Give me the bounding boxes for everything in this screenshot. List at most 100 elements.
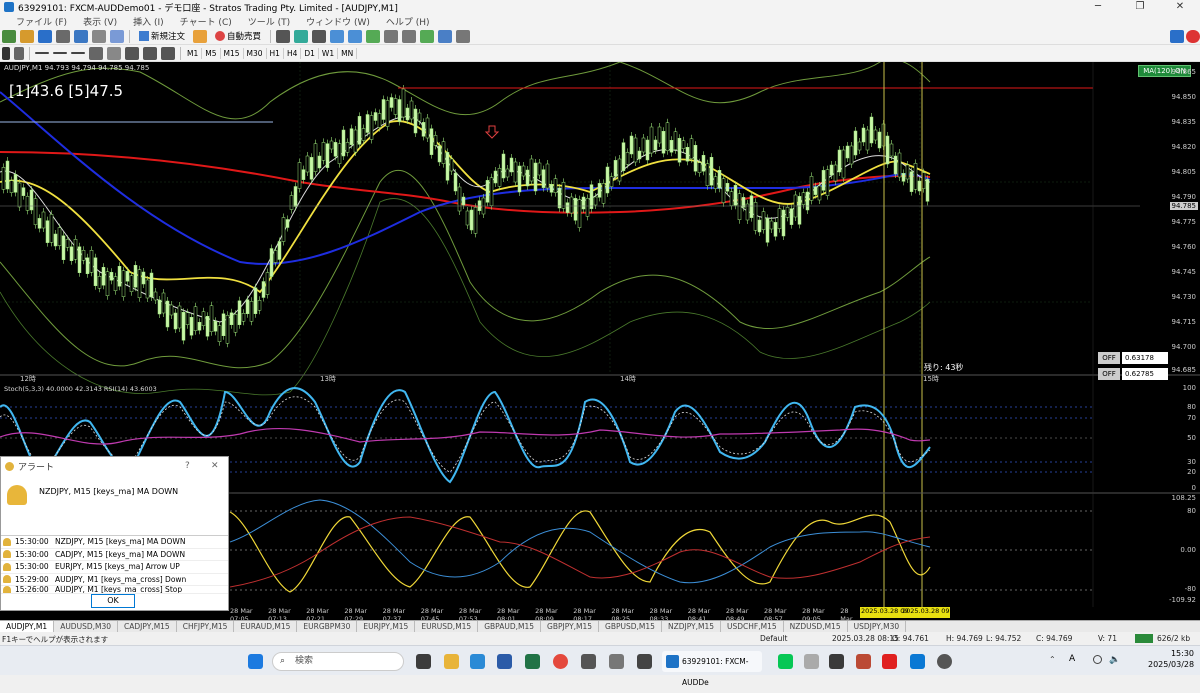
- tab-audjpy-m1[interactable]: AUDJPY,M1: [0, 621, 55, 632]
- alert-row[interactable]: 15:30:00 NZDJPY, M15 [keys_ma] MA DOWN: [1, 536, 228, 549]
- app-icon[interactable]: [609, 654, 624, 669]
- notifications-icon[interactable]: [1186, 29, 1200, 43]
- tab-nzdusd-m15[interactable]: NZDUSD,M15: [784, 621, 848, 632]
- new-order-button[interactable]: 新規注文: [135, 29, 189, 43]
- equidistant-channel-icon[interactable]: [89, 46, 103, 60]
- chrome-icon[interactable]: [553, 654, 568, 669]
- bar-chart-icon[interactable]: [276, 29, 291, 43]
- line-chart-icon[interactable]: [312, 29, 327, 43]
- alert-help-button[interactable]: ?: [185, 461, 190, 471]
- alert-close-button[interactable]: ✕: [211, 461, 219, 471]
- tab-euraud-m15[interactable]: EURAUD,M15: [234, 621, 298, 632]
- timeframe-m15[interactable]: M15: [221, 47, 244, 59]
- auto-trading-button[interactable]: 自動売買: [211, 29, 265, 43]
- tab-eurgbp-m30[interactable]: EURGBPM30: [297, 621, 358, 632]
- trendline-icon[interactable]: [71, 52, 85, 54]
- tab-usdjpy-m30[interactable]: USDJPY,M30: [848, 621, 907, 632]
- wifi-icon[interactable]: [1093, 655, 1102, 664]
- word-icon[interactable]: [497, 654, 512, 669]
- periods-icon[interactable]: [438, 29, 453, 43]
- timeframe-h4[interactable]: H4: [284, 47, 302, 59]
- taskbar-search-box[interactable]: ⌕ 検索: [272, 652, 404, 671]
- pdf-icon[interactable]: [882, 654, 897, 669]
- maximize-button[interactable]: ❐: [1120, 0, 1160, 14]
- timeframe-d1[interactable]: D1: [301, 47, 319, 59]
- fibonacci-icon[interactable]: [107, 46, 121, 60]
- search-icon[interactable]: [1170, 29, 1184, 43]
- menu-file[interactable]: ファイル (F): [16, 15, 67, 28]
- menu-insert[interactable]: 挿入 (I): [133, 15, 164, 28]
- taskbar-time[interactable]: 15:30: [1148, 649, 1194, 658]
- outlook-icon[interactable]: [910, 654, 925, 669]
- candlestick-icon[interactable]: [294, 29, 309, 43]
- edge-icon[interactable]: [470, 654, 485, 669]
- zoom-in-icon[interactable]: [330, 29, 345, 43]
- vertical-line-icon[interactable]: [35, 52, 49, 54]
- metaeditor-icon[interactable]: [193, 29, 208, 43]
- timeframe-m1[interactable]: M1: [184, 47, 203, 59]
- menu-help[interactable]: ヘルプ (H): [386, 15, 430, 28]
- line-app-icon[interactable]: [778, 654, 793, 669]
- app-icon[interactable]: [829, 654, 844, 669]
- tab-eurusd-m15[interactable]: EURUSD,M15: [415, 621, 479, 632]
- tab-nzdjpy-m15[interactable]: NZDJPY,M15: [662, 621, 722, 632]
- timeframe-h1[interactable]: H1: [267, 47, 284, 59]
- autoscroll-icon[interactable]: [384, 29, 399, 43]
- minimize-button[interactable]: ─: [1078, 0, 1118, 14]
- task-view-icon[interactable]: [416, 654, 431, 669]
- close-button[interactable]: ✕: [1160, 0, 1200, 14]
- alert-row[interactable]: 15:26:00 AUDJPY, M1 [keys_ma_cross] Stop: [1, 586, 228, 594]
- text-label-icon[interactable]: [143, 46, 157, 60]
- windows-start-icon[interactable]: [248, 654, 263, 669]
- ime-indicator[interactable]: A: [1069, 654, 1075, 664]
- text-icon[interactable]: [125, 46, 139, 60]
- navigator-icon[interactable]: [74, 29, 88, 43]
- cursor-icon[interactable]: [2, 46, 10, 60]
- tile-windows-icon[interactable]: [366, 29, 381, 43]
- terminal-icon[interactable]: [92, 29, 106, 43]
- indicators-icon[interactable]: [420, 29, 435, 43]
- timeframe-mn[interactable]: MN: [338, 47, 358, 59]
- horizontal-line-icon[interactable]: [53, 52, 67, 54]
- tab-cadjpy-m15[interactable]: CADJPY,M15: [118, 621, 177, 632]
- chart-shift-icon[interactable]: [402, 29, 417, 43]
- timeframe-w1[interactable]: W1: [319, 47, 339, 59]
- tab-gbpusd-m15[interactable]: GBPUSD,M15: [599, 621, 662, 632]
- excel-icon[interactable]: [525, 654, 540, 669]
- settings-icon[interactable]: [937, 654, 952, 669]
- alert-row[interactable]: 15:29:00 AUDJPY, M1 [keys_ma_cross] Down: [1, 574, 228, 586]
- profiles-icon[interactable]: [20, 29, 34, 43]
- app-icon[interactable]: [856, 654, 871, 669]
- templates-icon[interactable]: [456, 29, 471, 43]
- alert-ok-button[interactable]: OK: [91, 594, 135, 608]
- new-chart-icon[interactable]: [2, 29, 16, 43]
- app-icon[interactable]: [804, 654, 819, 669]
- zoom-out-icon[interactable]: [348, 29, 363, 43]
- volume-icon[interactable]: 🔈: [1109, 655, 1120, 665]
- timeframe-m5[interactable]: M5: [202, 47, 221, 59]
- tab-chfjpy-m15[interactable]: CHFJPY,M15: [177, 621, 235, 632]
- timeframe-m30[interactable]: M30: [244, 47, 267, 59]
- taskbar-date[interactable]: 2025/03/28: [1148, 660, 1194, 669]
- app-icon[interactable]: [637, 654, 652, 669]
- off-toggle-1[interactable]: OFF: [1098, 352, 1120, 364]
- off-toggle-2[interactable]: OFF: [1098, 368, 1120, 380]
- app-icon[interactable]: [581, 654, 596, 669]
- menu-chart[interactable]: チャート (C): [180, 15, 232, 28]
- menu-window[interactable]: ウィンドウ (W): [306, 15, 370, 28]
- arrows-icon[interactable]: [161, 46, 175, 60]
- status-profile[interactable]: Default: [760, 634, 787, 643]
- crosshair-icon[interactable]: [14, 46, 24, 60]
- taskbar-mt4-button[interactable]: 63929101: FXCM-AUDDe: [662, 651, 762, 687]
- tab-usdchf-m15[interactable]: USDCHF,M15: [721, 621, 784, 632]
- alert-row[interactable]: 15:30:00 CADJPY, M15 [keys_ma] MA DOWN: [1, 549, 228, 561]
- chevron-up-icon[interactable]: ⌃: [1049, 655, 1056, 664]
- tab-audusd-m30[interactable]: AUDUSD,M30: [54, 621, 119, 632]
- menu-view[interactable]: 表示 (V): [83, 15, 117, 28]
- tab-eurjpy-m15[interactable]: EURJPY,M15: [357, 621, 416, 632]
- menu-tools[interactable]: ツール (T): [248, 15, 290, 28]
- strategy-tester-icon[interactable]: [110, 29, 124, 43]
- tab-gbpaud-m15[interactable]: GBPAUD,M15: [478, 621, 542, 632]
- market-watch-icon[interactable]: [38, 29, 52, 43]
- file-explorer-icon[interactable]: [444, 654, 459, 669]
